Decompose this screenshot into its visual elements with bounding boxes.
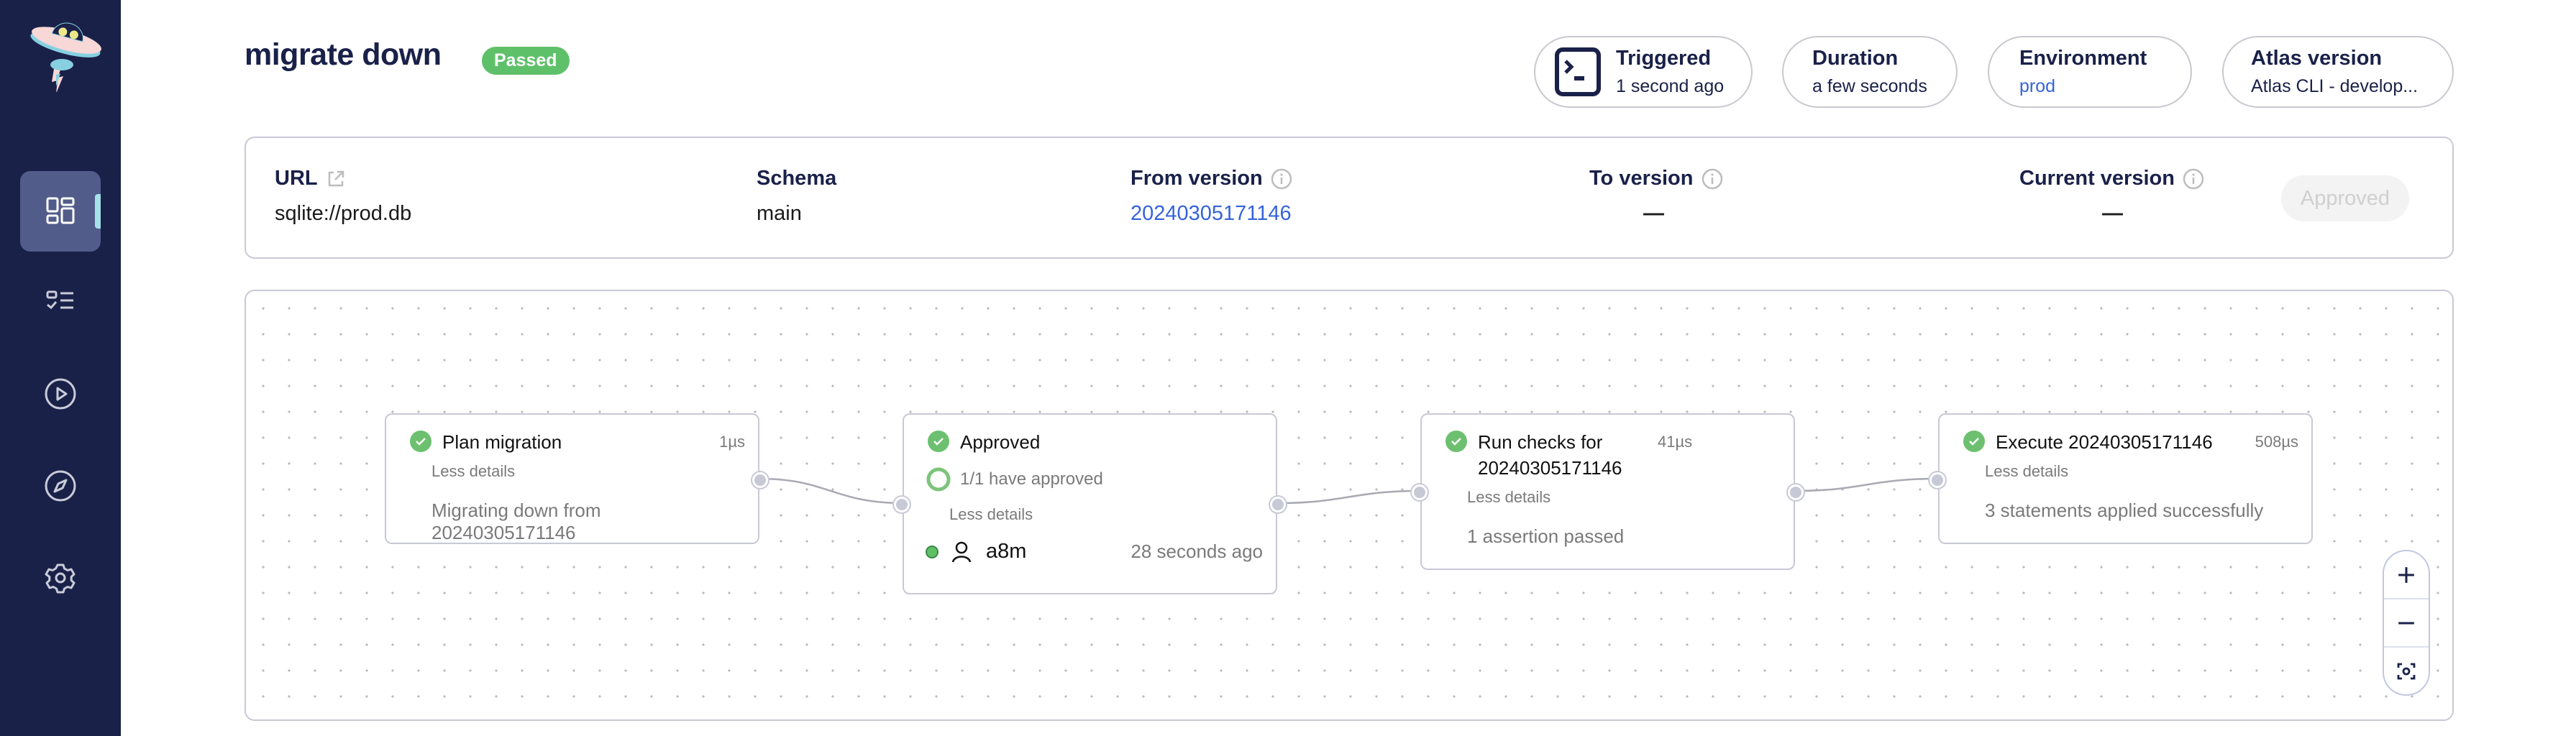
- atlas-version-label: Atlas version: [2251, 47, 2383, 70]
- check-circle-icon: [1445, 431, 1467, 452]
- flow-node-execute[interactable]: Execute 20240305171146 508µs Less detail…: [1929, 413, 2313, 544]
- check-circle-icon: [1963, 431, 1985, 452]
- node-title: Run checks for 20240305171146: [1478, 431, 1622, 479]
- fit-view-button[interactable]: [2384, 648, 2429, 694]
- less-details-toggle[interactable]: Less details: [431, 462, 745, 481]
- duration-pill: Duration a few seconds: [1782, 36, 1958, 108]
- checklist-icon: [46, 290, 73, 310]
- url-field: URL sqlite://prod.db: [275, 167, 411, 226]
- sidebar-item-checklist[interactable]: [20, 262, 101, 342]
- output-handle[interactable]: [1788, 484, 1804, 500]
- to-version-label: To version: [1589, 167, 1694, 190]
- atlas-version-pill: Atlas version Atlas CLI - develop...: [2222, 36, 2454, 108]
- triggered-value: 1 second ago: [1616, 76, 1725, 96]
- less-details-toggle[interactable]: Less details: [1985, 462, 2298, 481]
- online-status-dot: [926, 545, 938, 558]
- approval-progress: 1/1 have approved: [926, 466, 1263, 492]
- page-title: migrate down: [245, 37, 442, 72]
- sidebar-item-settings[interactable]: [20, 538, 101, 618]
- approve-button[interactable]: Approved: [2281, 175, 2409, 221]
- from-version-label: From version: [1131, 167, 1263, 190]
- node-description: 3 statements applied successfully: [1985, 500, 2264, 521]
- less-details-toggle[interactable]: Less details: [1467, 488, 1781, 507]
- fit-view-icon: [2397, 663, 2416, 679]
- node-title: Plan migration: [442, 431, 562, 453]
- node-title: Approved: [960, 431, 1041, 453]
- compass-icon: [45, 470, 76, 502]
- check-circle-icon: [410, 431, 431, 452]
- url-label: URL: [275, 167, 318, 190]
- external-link-icon[interactable]: [325, 168, 347, 190]
- environment-label: Environment: [2019, 47, 2147, 70]
- approver-row: a8m 28 seconds ago: [926, 540, 1263, 564]
- node-duration: 1µs: [719, 433, 745, 451]
- zoom-out-button[interactable]: [2384, 599, 2429, 648]
- current-version-value: —: [2102, 202, 2123, 225]
- flow-node-plan-migration[interactable]: Plan migration 1µs Less details Migratin…: [385, 413, 768, 544]
- url-value: sqlite://prod.db: [275, 202, 412, 225]
- schema-field: Schema main: [757, 167, 836, 226]
- node-title: Execute 20240305171146: [1996, 431, 2213, 453]
- input-handle[interactable]: [1929, 472, 1945, 488]
- minus-icon: [2398, 621, 2414, 625]
- current-version-field: Current version —: [2019, 167, 2205, 226]
- input-handle[interactable]: [1412, 484, 1428, 500]
- schema-label: Schema: [757, 167, 837, 190]
- triggered-label: Triggered: [1616, 47, 1712, 70]
- migration-info-card: URL sqlite://prod.db Schema main From ve…: [245, 137, 2454, 259]
- from-version-field: From version 20240305171146: [1131, 167, 1293, 226]
- info-icon[interactable]: [1701, 167, 1724, 190]
- plus-icon: [2398, 566, 2414, 583]
- less-details-toggle[interactable]: Less details: [949, 505, 1263, 524]
- approvals-count: 1/1 have approved: [960, 469, 1103, 489]
- sidebar-item-explore[interactable]: [20, 446, 101, 526]
- node-duration: 41µs: [1658, 433, 1693, 451]
- zoom-in-button[interactable]: [2384, 551, 2429, 599]
- input-handle[interactable]: [894, 497, 910, 512]
- atlas-logo[interactable]: [17, 6, 104, 93]
- sidebar-item-runs[interactable]: [20, 354, 101, 434]
- environment-link[interactable]: prod: [2019, 76, 2147, 97]
- duration-label: Duration: [1812, 47, 1899, 70]
- sidebar-item-dashboard[interactable]: [20, 171, 101, 252]
- check-circle-icon: [928, 431, 949, 452]
- triggered-pill: Triggered 1 second ago: [1534, 36, 1753, 108]
- status-badge: Passed: [482, 47, 570, 75]
- node-description: Migrating down from 20240305171146: [431, 500, 601, 543]
- output-handle[interactable]: [752, 472, 768, 488]
- flow-node-run-checks[interactable]: Run checks for 20240305171146 41µs Less …: [1412, 413, 1804, 570]
- gear-icon: [45, 564, 76, 594]
- duration-value: a few seconds: [1812, 76, 1927, 96]
- from-version-link[interactable]: 20240305171146: [1131, 202, 1293, 226]
- schema-value: main: [757, 202, 802, 225]
- user-icon: [951, 541, 972, 562]
- info-icon[interactable]: [1270, 167, 1293, 190]
- current-version-label: Current version: [2019, 167, 2175, 190]
- approver-name: a8m: [986, 540, 1027, 563]
- approval-ring-icon: [926, 467, 951, 492]
- sidebar: [0, 0, 121, 736]
- to-version-value: —: [1643, 202, 1664, 225]
- atlas-version-value: Atlas CLI - develop...: [2251, 76, 2419, 96]
- to-version-field: To version —: [1589, 167, 1724, 226]
- output-handle[interactable]: [1270, 497, 1286, 512]
- approved-time: 28 seconds ago: [1131, 540, 1263, 562]
- canvas-zoom-controls: [2383, 550, 2430, 696]
- terminal-icon: [1555, 47, 1601, 96]
- node-duration: 508µs: [2255, 433, 2298, 451]
- info-icon[interactable]: [2182, 167, 2205, 190]
- flow-node-approved[interactable]: Approved 1/1 have approved Less details …: [894, 413, 1286, 594]
- dashboard-icon: [46, 197, 75, 224]
- play-circle-icon: [45, 378, 76, 410]
- active-indicator: [95, 194, 101, 229]
- node-description: 1 assertion passed: [1467, 525, 1625, 547]
- environment-pill: Environment prod: [1988, 36, 2192, 108]
